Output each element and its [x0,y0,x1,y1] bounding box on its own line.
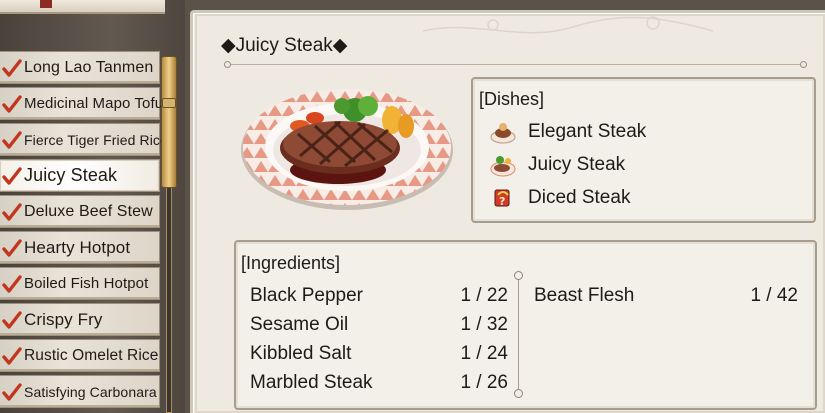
recipe-title: ◆Juicy Steak◆ [221,35,348,56]
ingredient-name: Kibbled Salt [250,343,352,364]
check-mark-icon [2,202,22,221]
recipe-list-scrollbar[interactable] [160,50,178,413]
check-mark-icon [2,346,22,365]
sidebar-header-strip [0,0,165,14]
recipe-item-label: Satisfying Carbonara [24,383,157,400]
title-divider-end [800,61,807,68]
dishes-heading: [Dishes] [479,89,545,109]
scrollbar-thumb[interactable] [161,56,177,188]
recipe-item-label: Deluxe Beef Stew [24,202,153,220]
ingredient-quantity: 1 / 26 [460,372,508,393]
check-mark-icon [2,166,22,185]
ingredients-heading: [Ingredients] [241,253,341,273]
svg-text:?: ? [499,195,505,208]
ingredient-name: Beast Flesh [534,285,635,306]
dish-row[interactable]: ? Diced Steak [489,183,630,213]
recipe-item-label: Juicy Steak [24,165,118,185]
recipe-item-boiled-fish-hotpot[interactable]: Boiled Fish Hotpot [0,267,160,300]
ingredient-quantity: 1 / 24 [460,343,508,364]
juicy-steak-plate-image [241,89,453,210]
check-mark-icon [2,274,22,293]
title-divider [225,64,805,65]
recipe-item-medicinal-mapo-tofu[interactable]: Medicinal Mapo Tofu [0,87,164,120]
ribbon-ornament [40,0,52,8]
title-divider-end [224,61,231,68]
recipe-item-label: Rustic Omelet Rice [24,346,159,364]
dish-name: Elegant Steak [528,121,647,142]
diced-steak-icon: ? [494,189,510,208]
juicy-steak-icon [490,156,516,177]
ingredient-name: Black Pepper [250,285,364,306]
divider-end [514,271,523,280]
check-mark-icon [2,310,22,329]
dish-name: Diced Steak [528,187,631,208]
ingredients-column-divider [518,275,519,395]
recipe-item-label: Fierce Tiger Fried Rice [24,131,168,148]
recipe-item-label: Crispy Fry [24,309,103,329]
recipe-item-rustic-omelet-rice[interactable]: Rustic Omelet Rice [0,339,160,372]
recipe-sidebar: Long Lao Tanmen Medicinal Mapo Tofu Fier… [0,0,185,413]
recipe-item-label: Medicinal Mapo Tofu [24,95,164,112]
check-mark-icon [2,238,22,257]
check-mark-icon [2,58,22,77]
check-mark-icon [2,130,22,149]
ingredient-quantity: 1 / 42 [750,285,798,306]
dish-row[interactable]: Elegant Steak [489,117,646,147]
dish-name: Juicy Steak [528,154,626,175]
recipe-item-label: Long Lao Tanmen [24,58,154,76]
elegant-steak-icon [490,123,516,144]
recipe-list: Long Lao Tanmen Medicinal Mapo Tofu Fier… [0,51,168,411]
divider-end [514,389,523,398]
recipe-item-label: Hearty Hotpot [24,237,131,257]
recipe-item-crispy-fry[interactable]: Crispy Fry [0,303,160,336]
ingredient-name: Sesame Oil [250,314,349,335]
check-mark-icon [2,94,22,113]
recipe-item-satisfying-carbonara[interactable]: Satisfying Carbonara [0,375,160,408]
recipe-item-fierce-tiger-fried-rice[interactable]: Fierce Tiger Fried Rice [0,123,168,156]
recipe-item-long-lao-tanmen[interactable]: Long Lao Tanmen [0,51,160,84]
recipe-item-hearty-hotpot[interactable]: Hearty Hotpot [0,231,160,264]
ingredient-quantity: 1 / 22 [460,285,508,306]
ingredient-name: Marbled Steak [250,372,373,393]
recipe-item-deluxe-beef-stew[interactable]: Deluxe Beef Stew [0,195,160,228]
recipe-item-label: Boiled Fish Hotpot [24,275,149,292]
ingredient-quantity: 1 / 32 [460,314,508,335]
recipe-item-juicy-steak[interactable]: Juicy Steak [0,159,160,192]
check-mark-icon [2,382,22,401]
dish-row[interactable]: Juicy Steak [489,150,625,180]
scrollbar-ornament [162,98,176,108]
